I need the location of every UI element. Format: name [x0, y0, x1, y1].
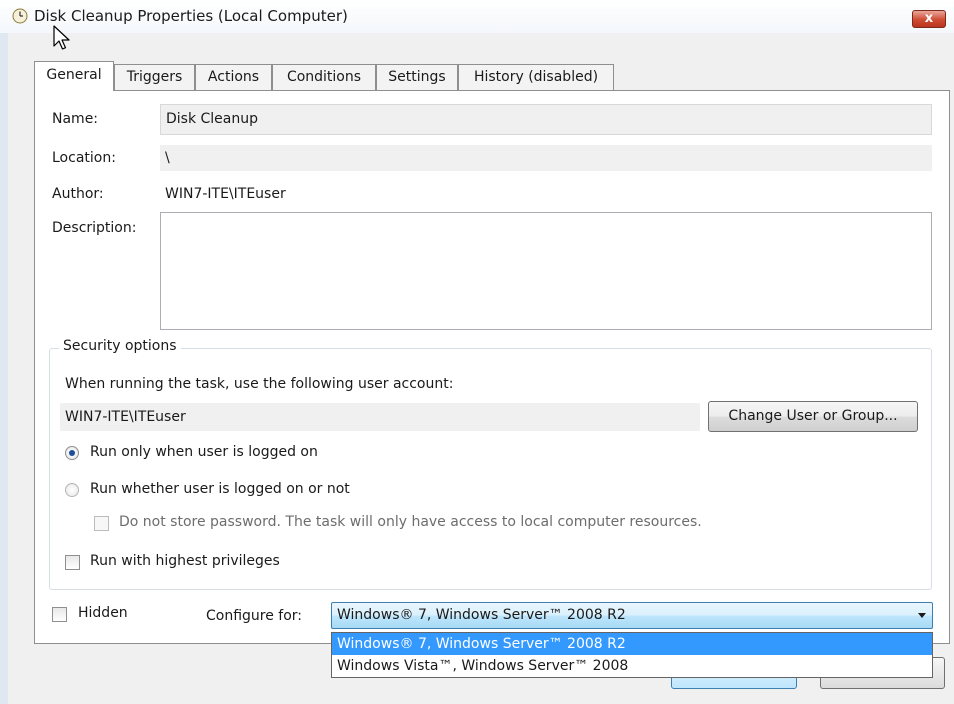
author-value: WIN7-ITE\ITEuser: [165, 186, 286, 202]
tab-settings[interactable]: Settings: [376, 64, 458, 90]
tab-label: Settings: [388, 69, 446, 85]
user-account-value: WIN7-ITE\ITEuser: [60, 403, 700, 431]
run-whether-label[interactable]: Run whether user is logged on or not: [90, 481, 350, 497]
location-label: Location:: [52, 150, 116, 166]
tab-label: Conditions: [286, 69, 362, 85]
clock-icon: [12, 8, 28, 24]
tab-triggers[interactable]: Triggers: [114, 64, 195, 90]
tab-history[interactable]: History (disabled): [458, 64, 614, 90]
configure-for-dropdown: Windows® 7, Windows Server™ 2008 R2 Wind…: [331, 632, 933, 678]
hidden-checkbox[interactable]: [52, 607, 67, 622]
configure-for-select[interactable]: Windows® 7, Windows Server™ 2008 R2: [331, 602, 933, 629]
tab-label: General: [46, 67, 102, 83]
name-field[interactable]: Disk Cleanup: [160, 104, 932, 135]
configure-for-label: Configure for:: [206, 608, 303, 624]
close-icon: x: [924, 11, 934, 26]
highest-privileges-label[interactable]: Run with highest privileges: [90, 553, 280, 569]
highest-privileges-checkbox[interactable]: [65, 555, 80, 570]
description-textarea[interactable]: [160, 212, 932, 330]
security-options-legend: Security options: [59, 338, 181, 354]
name-label: Name:: [52, 111, 99, 127]
close-button[interactable]: x: [912, 10, 946, 28]
tab-label: Triggers: [126, 69, 183, 85]
radio-selected-dot: [69, 450, 75, 456]
no-store-password-label[interactable]: Do not store password. The task will onl…: [119, 514, 702, 530]
location-value: \: [160, 145, 932, 171]
account-prompt: When running the task, use the following…: [65, 376, 454, 392]
tab-actions[interactable]: Actions: [195, 64, 272, 90]
author-label: Author:: [52, 186, 104, 202]
run-logged-on-radio[interactable]: [65, 446, 79, 460]
dropdown-option[interactable]: Windows® 7, Windows Server™ 2008 R2: [332, 633, 932, 655]
mouse-cursor-icon: [53, 25, 70, 50]
change-user-button[interactable]: Change User or Group...: [708, 401, 918, 432]
run-logged-on-label[interactable]: Run only when user is logged on: [90, 444, 318, 460]
tab-label: Actions: [207, 69, 260, 85]
no-store-password-checkbox[interactable]: [94, 516, 109, 531]
hidden-label[interactable]: Hidden: [78, 605, 128, 621]
title-bar: Disk Cleanup Properties (Local Computer)…: [0, 0, 954, 33]
dropdown-option[interactable]: Windows Vista™, Windows Server™ 2008: [332, 655, 932, 677]
tab-general[interactable]: General: [34, 61, 114, 91]
window-edge: [0, 33, 8, 704]
run-whether-radio[interactable]: [65, 483, 79, 497]
configure-for-value: Windows® 7, Windows Server™ 2008 R2: [337, 607, 626, 623]
description-label: Description:: [52, 220, 137, 236]
chevron-down-icon: [918, 613, 926, 618]
tab-conditions[interactable]: Conditions: [272, 64, 376, 90]
tab-label: History (disabled): [473, 69, 599, 85]
window-title: Disk Cleanup Properties (Local Computer): [34, 7, 348, 25]
